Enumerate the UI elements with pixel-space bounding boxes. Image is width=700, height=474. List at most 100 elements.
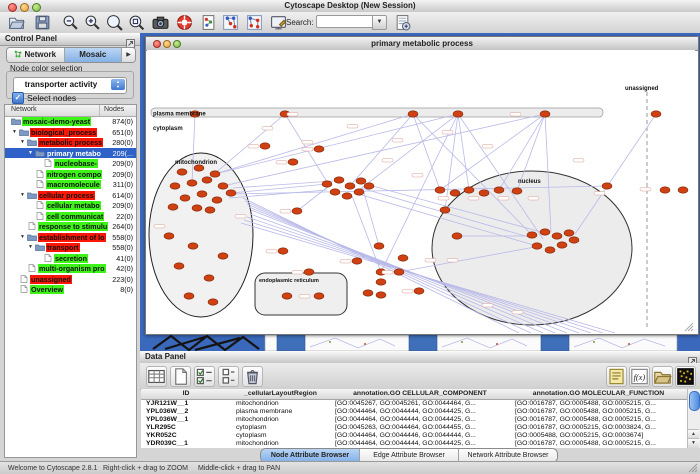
network-node[interactable] [218, 183, 228, 189]
tree-row[interactable]: unassigned223(0) [5, 274, 136, 285]
float-panel-icon[interactable] [126, 35, 135, 44]
table-cell[interactable]: [GO:0044464, GO:0044444, GO:0044425, G..… [330, 408, 510, 416]
table-cell[interactable]: YPL036W__1 [141, 416, 231, 424]
table-cell[interactable]: [GO:0045267, GO:0045261, GO:0044464, G..… [330, 400, 510, 408]
network-node[interactable] [479, 190, 489, 196]
layout-network-icon-1[interactable] [222, 14, 239, 31]
tree-row[interactable]: cellular metabo209(0) [5, 200, 136, 211]
tree-row[interactable]: ▼biological_process651(0) [5, 127, 136, 138]
zoom-out-icon[interactable] [62, 14, 79, 31]
tree-row[interactable]: cell communicat22(0) [5, 211, 136, 222]
network-node[interactable] [197, 191, 207, 197]
table-cell[interactable]: [GO:0016787, GO:0005488, GO:0005215, G..… [510, 440, 687, 448]
select-nodes-checkbox[interactable]: ✓ [12, 92, 24, 104]
network-node[interactable] [177, 169, 187, 175]
tree-row[interactable]: mosaic-demo-yeast874(0) [5, 116, 136, 127]
table-mode-icon[interactable] [146, 366, 167, 387]
expand-arrow-icon[interactable]: ▼ [28, 244, 33, 250]
network-node[interactable] [205, 207, 215, 213]
table-cell[interactable]: mitochondrion [231, 440, 330, 448]
expand-arrow-icon[interactable]: ▼ [20, 234, 25, 240]
tree-row[interactable]: response to stimulu264(0) [5, 221, 136, 232]
network-node[interactable] [452, 233, 462, 239]
table-cell[interactable]: [GO:0016787, GO:0005215, GO:0003824, G..… [510, 424, 687, 432]
zoom-fit-icon[interactable] [106, 14, 123, 31]
table-cell[interactable]: YPL036W__2 [141, 408, 231, 416]
expand-arrow-icon[interactable]: ▼ [20, 192, 25, 198]
network-node[interactable] [440, 207, 450, 213]
tree-row[interactable]: nitrogen compo209(0) [5, 169, 136, 180]
network-node[interactable] [364, 183, 374, 189]
table-cell[interactable]: mitochondrion [231, 400, 330, 408]
network-node[interactable] [450, 190, 460, 196]
network-node[interactable] [464, 187, 474, 193]
network-node[interactable] [356, 178, 366, 184]
tab-mosaic[interactable]: Mosaic [65, 48, 123, 62]
column-header[interactable]: ID [141, 389, 232, 400]
table-cell[interactable]: [GO:0044464, GO:0044444, GO:0044425, G..… [330, 416, 510, 424]
network-node[interactable] [314, 293, 324, 299]
float-panel-icon[interactable] [688, 353, 697, 362]
unselect-attributes-icon[interactable] [218, 366, 239, 387]
more-tabs-icon[interactable]: ▶ [122, 48, 135, 62]
table-cell[interactable]: [GO:0045263, GO:0044464, GO:0044455, G..… [330, 424, 510, 432]
tree-row[interactable]: ▼primary metabo209(... [5, 148, 136, 159]
table-cell[interactable]: [GO:0016787, GO:0005488, GO:0005215, G..… [510, 400, 687, 408]
network-node[interactable] [564, 230, 574, 236]
import-attributes-icon[interactable] [652, 366, 673, 387]
tree-row[interactable]: ▼cellular process614(0) [5, 190, 136, 201]
table-cell[interactable]: cytoplasm [231, 432, 330, 440]
network-node[interactable] [174, 263, 184, 269]
column-header[interactable]: annotation.GO CELLULAR_COMPONENT [330, 389, 511, 400]
network-window-titlebar[interactable]: primary metabolic process [146, 37, 698, 51]
table-cell[interactable]: [GO:0016787, GO:0005488, GO:0005215, G..… [510, 416, 687, 424]
network-node[interactable] [292, 208, 302, 214]
network-node[interactable] [557, 242, 567, 248]
network-node[interactable] [282, 293, 292, 299]
network-node[interactable] [374, 243, 384, 249]
network-node[interactable] [322, 181, 332, 187]
network-node[interactable] [168, 204, 178, 210]
network-node[interactable] [602, 183, 612, 189]
network-node[interactable] [202, 177, 212, 183]
node-color-combobox[interactable]: transporter activity ▲▼ [13, 77, 127, 94]
attribute-table[interactable]: ID_cellularLayoutRegionannotation.GO CEL… [141, 389, 687, 448]
network-node[interactable] [184, 293, 194, 299]
network-node[interactable] [527, 232, 537, 238]
network-node[interactable] [278, 248, 288, 254]
network-canvas[interactable]: plasma membranecytoplasmmitochondrionnuc… [147, 50, 695, 333]
tree-row[interactable]: ▼metabolic process280(0) [5, 137, 136, 148]
network-node[interactable] [187, 180, 197, 186]
table-cell[interactable]: plasma membrane [231, 408, 330, 416]
network-node[interactable] [394, 269, 404, 275]
scrollbar-thumb[interactable] [689, 391, 700, 411]
expand-arrow-icon[interactable]: ▼ [20, 139, 25, 145]
table-cell[interactable]: [GO:0044464, GO:0044444, GO:0044425, G..… [330, 440, 510, 448]
network-node[interactable] [188, 243, 198, 249]
search-dropdown-icon[interactable]: ▼ [372, 15, 387, 30]
network-node[interactable] [226, 190, 236, 196]
resize-grip-icon[interactable] [688, 463, 698, 473]
network-node[interactable] [678, 187, 688, 193]
network-node[interactable] [180, 195, 190, 201]
table-cell[interactable]: cytoplasm [231, 424, 330, 432]
tab-network[interactable]: Network [7, 48, 65, 62]
network-node[interactable] [354, 189, 364, 195]
network-node[interactable] [545, 247, 555, 253]
table-scrollbar[interactable]: ▲ ▼ [687, 389, 700, 448]
expand-arrow-icon[interactable]: ▼ [12, 129, 17, 135]
network-node[interactable] [288, 159, 298, 165]
network-node[interactable] [342, 193, 352, 199]
network-node[interactable] [204, 275, 214, 281]
matrix-icon[interactable] [675, 366, 696, 387]
network-node[interactable] [435, 187, 445, 193]
snapshot-icon[interactable] [152, 14, 169, 31]
select-attributes-icon[interactable] [194, 366, 215, 387]
annotation-icon[interactable] [270, 14, 287, 31]
network-node[interactable] [552, 233, 562, 239]
tree-row[interactable]: secretion41(0) [5, 253, 136, 264]
network-node[interactable] [540, 229, 550, 235]
table-cell[interactable]: YJR121W__1 [141, 400, 231, 408]
table-cell[interactable]: [GO:0005488, GO:0005215, GO:0003674] [510, 432, 687, 440]
column-header[interactable]: _cellularLayoutRegion [231, 389, 331, 400]
